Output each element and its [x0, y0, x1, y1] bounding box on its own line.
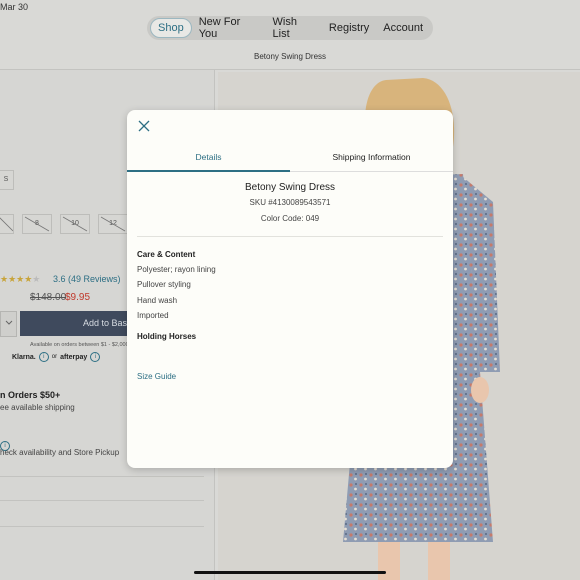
close-icon: [138, 120, 150, 132]
size-option-10[interactable]: 10: [60, 214, 90, 234]
chevron-down-icon: [5, 320, 12, 325]
size-option-8[interactable]: 8: [22, 214, 52, 234]
modal-tabs: Details Shipping Information: [127, 148, 453, 172]
afterpay-logo: afterpay: [60, 353, 88, 361]
close-button[interactable]: [137, 119, 151, 133]
care-item: Pullover styling: [137, 280, 191, 289]
free-shipping-heading: n Orders $50+: [0, 390, 61, 400]
nav-shop[interactable]: Shop: [150, 18, 192, 38]
nav-registry[interactable]: Registry: [322, 19, 376, 37]
size-guide-link[interactable]: Size Guide: [137, 372, 176, 381]
payment-options: Klarna. i or afterpay i: [12, 352, 101, 362]
strike-icon: [24, 216, 50, 232]
rating-stars: ★★★★★: [0, 274, 41, 284]
original-price: $148.00: [30, 292, 67, 303]
klarna-logo: Klarna.: [12, 353, 36, 361]
klarna-note: Available on orders between $1 - $2,000 …: [30, 342, 140, 348]
strike-icon: [62, 216, 88, 232]
size-option-unavailable[interactable]: [0, 214, 14, 234]
top-nav: Shop New For You Wish List Registry Acco…: [147, 16, 433, 40]
product-details-modal: Details Shipping Information Betony Swin…: [127, 110, 453, 468]
info-icon[interactable]: i: [90, 352, 101, 362]
size-option-partial[interactable]: S: [0, 170, 14, 190]
brand-name: Holding Horses: [137, 332, 197, 341]
color-code: Color Code: 049: [260, 214, 320, 223]
care-item: Hand wash: [137, 296, 178, 305]
care-item: Polyester; rayon lining: [137, 265, 216, 274]
page-title: Betony Swing Dress: [253, 52, 327, 61]
nav-new-for-you[interactable]: New For You: [192, 13, 266, 43]
store-pickup-text[interactable]: heck availability and Store Pickup: [0, 448, 119, 457]
info-icon[interactable]: i: [38, 352, 49, 362]
home-indicator[interactable]: [194, 571, 386, 574]
tab-details[interactable]: Details: [127, 148, 290, 172]
divider: [0, 526, 204, 527]
status-bar-date: Mar 30: [0, 2, 29, 12]
divider: [0, 476, 204, 477]
care-item: Imported: [137, 311, 169, 320]
care-content-heading: Care & Content: [137, 250, 196, 259]
divider: [0, 500, 204, 501]
product-title: Betony Swing Dress: [244, 182, 336, 193]
divider: [137, 236, 443, 237]
product-sku: SKU #4130089543571: [249, 198, 331, 207]
nav-wish-list[interactable]: Wish List: [266, 13, 322, 43]
strike-icon: [100, 216, 126, 232]
size-option-12[interactable]: 12: [98, 214, 128, 234]
quantity-dropdown[interactable]: [0, 311, 17, 337]
sale-price: $9.95: [65, 292, 91, 303]
strike-icon: [0, 217, 14, 232]
tab-shipping-information[interactable]: Shipping Information: [290, 148, 453, 172]
nav-account[interactable]: Account: [376, 19, 430, 37]
shipping-text: ee available shipping: [0, 403, 75, 412]
rating-link[interactable]: 3.6 (49 Reviews): [53, 274, 121, 284]
